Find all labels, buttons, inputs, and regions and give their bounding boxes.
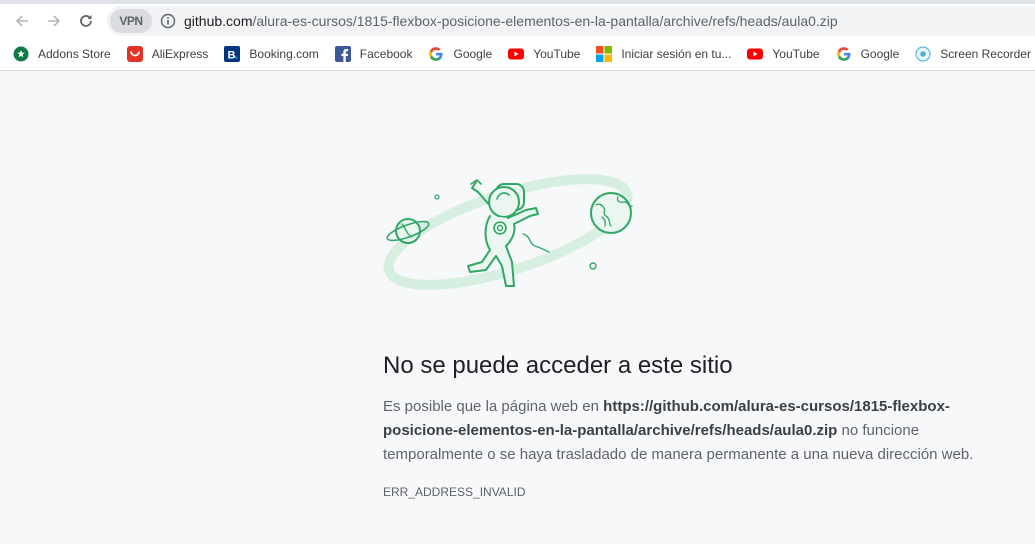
bookmark-google-2[interactable]: Google (836, 41, 900, 67)
bookmark-label: Iniciar sesión en tu... (621, 46, 732, 61)
bookmark-facebook[interactable]: Facebook (334, 41, 413, 67)
bookmark-youtube-2[interactable]: YouTube (747, 41, 820, 67)
arrow-left-icon (15, 14, 28, 27)
google-icon (428, 46, 444, 62)
bookmark-aliexpress[interactable]: AliExpress (126, 41, 209, 67)
bookmark-screen-recorder[interactable]: Screen Recorder (915, 41, 1031, 67)
error-description: Es posible que la página web en https://… (383, 395, 983, 467)
back-button[interactable] (8, 7, 36, 35)
address-bar[interactable]: VPN github.com/alura-es-cursos/1815-flex… (107, 6, 1035, 36)
bookmark-label: AliExpress (151, 46, 209, 61)
bookmark-label: Booking.com (249, 46, 319, 61)
svg-text:B: B (228, 49, 236, 61)
browser-toolbar: VPN github.com/alura-es-cursos/1815-flex… (0, 4, 1035, 37)
bookmark-youtube[interactable]: YouTube (508, 41, 580, 67)
screen-recorder-icon (915, 45, 931, 62)
error-title: No se puede acceder a este sitio (383, 352, 733, 379)
desc-url-line2: posicione-elementos-en-la-pantalla/archi… (383, 422, 838, 439)
bookmark-label: Screen Recorder (940, 46, 1031, 61)
bookmark-booking[interactable]: B Booking.com (224, 41, 319, 67)
desc-prefix: Es posible que la página web en (383, 398, 604, 415)
bookmark-google[interactable]: Google (428, 41, 492, 67)
vpn-button[interactable]: VPN (110, 9, 152, 33)
star-dot-icon (589, 262, 597, 270)
bookmark-microsoft-login[interactable]: Iniciar sesión en tu... (596, 41, 731, 67)
bookmark-label: YouTube (533, 46, 581, 61)
reload-icon (80, 14, 92, 27)
desc-suffix-1: no funcione (837, 422, 920, 439)
google-icon (836, 46, 852, 62)
facebook-icon (334, 45, 351, 62)
error-page: No se puede acceder a este sitio Es posi… (0, 72, 1035, 544)
booking-icon: B (224, 45, 241, 62)
aliexpress-icon (126, 45, 143, 62)
url-text[interactable]: github.com/alura-es-cursos/1815-flexbox-… (184, 13, 838, 29)
url-path: /alura-es-cursos/1815-flexbox-posicione-… (252, 13, 838, 29)
arrow-right-icon (48, 14, 61, 27)
forward-button[interactable] (40, 7, 68, 35)
desc-url-line1: https://github.com/alura-es-cursos/1815-… (603, 398, 950, 415)
bookmark-label: YouTube (772, 46, 820, 61)
url-host: github.com (184, 13, 253, 29)
bookmark-label: Facebook (359, 46, 413, 61)
earth-globe-icon (590, 192, 633, 234)
bookmark-label: Addons Store (38, 46, 111, 61)
youtube-icon (747, 46, 764, 62)
error-code: ERR_ADDRESS_INVALID (383, 485, 526, 499)
bookmarks-bar: Addons Store AliExpress B Booking.com Fa… (0, 37, 1035, 71)
reload-button[interactable] (72, 7, 100, 35)
astronaut-icon (467, 179, 550, 287)
desc-suffix-2: temporalmente o se haya trasladado de ma… (383, 446, 974, 463)
bookmark-label: Google (453, 46, 493, 61)
bookmark-label: Google (860, 46, 900, 61)
microsoft-icon (596, 45, 613, 62)
youtube-icon (508, 46, 525, 62)
star-dot-icon (434, 194, 440, 200)
site-info-icon[interactable] (160, 13, 176, 29)
astronaut-illustration (383, 174, 633, 290)
bookmark-addons-store[interactable]: Addons Store (13, 41, 111, 67)
addons-store-icon (13, 46, 29, 62)
vpn-label: VPN (119, 14, 143, 28)
